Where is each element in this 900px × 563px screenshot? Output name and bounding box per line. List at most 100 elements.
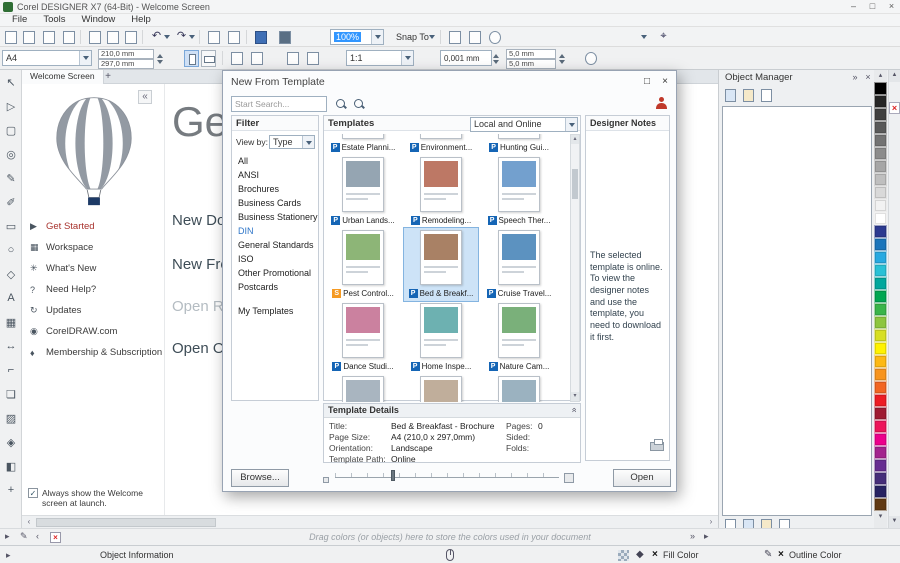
add-tools-tool-icon[interactable]: + <box>0 478 22 502</box>
welcome-screen-icon[interactable] <box>276 29 293 45</box>
sidebar-item-workspace[interactable]: ▦ Workspace <box>22 237 165 258</box>
new-document-icon[interactable] <box>2 29 19 45</box>
filter-item-brochures[interactable]: Brochures <box>232 182 318 196</box>
scroll-up-icon[interactable]: ▴ <box>571 135 579 144</box>
palette-swatch[interactable] <box>874 446 887 459</box>
template-source-combo[interactable]: Local and Online <box>470 117 578 132</box>
template-item-pest-control[interactable]: S Pest Control... <box>326 228 400 301</box>
new-tab-button[interactable]: + <box>102 71 114 83</box>
nudge-spinner[interactable] <box>492 49 501 69</box>
scrollbar-thumb[interactable] <box>572 169 578 199</box>
dimension-tool-icon[interactable]: ↔ <box>0 334 22 358</box>
filter-item-other-promotional[interactable]: Other Promotional <box>232 266 318 280</box>
palette-swatch[interactable] <box>874 108 887 121</box>
back-icon[interactable]: ‹ <box>36 531 39 541</box>
crop-tool-icon[interactable]: ▢ <box>0 118 22 142</box>
delete-layer-icon[interactable] <box>759 88 773 102</box>
no-color-swatch[interactable]: × <box>50 532 61 543</box>
sidebar-item-get-started[interactable]: ▶ Get Started <box>22 216 165 237</box>
filter-item-postcards[interactable]: Postcards <box>232 280 318 294</box>
scroll-down-icon[interactable]: ▼ <box>889 516 900 528</box>
filter-item-din[interactable]: DIN <box>232 224 318 238</box>
polygon-tool-icon[interactable]: ◇ <box>0 262 22 286</box>
palette-swatch[interactable] <box>874 342 887 355</box>
palette-swatch[interactable] <box>874 329 887 342</box>
palette-swatch[interactable] <box>874 290 887 303</box>
sidebar-item-need-help[interactable]: ? Need Help? <box>22 279 165 300</box>
open-icon[interactable] <box>20 29 37 45</box>
page-size-spinner[interactable] <box>156 49 165 69</box>
palette-swatch[interactable] <box>874 186 887 199</box>
sidebar-item-what-s-new[interactable]: ✳ What's New <box>22 258 165 279</box>
thumbnail-size-small-icon[interactable] <box>323 477 329 483</box>
palette-swatch[interactable] <box>874 277 887 290</box>
vertical-scrollbar[interactable]: ▲ × ▼ <box>888 70 900 528</box>
palette-swatch[interactable] <box>874 121 887 134</box>
palette-swatch[interactable] <box>874 264 887 277</box>
template-item-home-inspe[interactable]: P Home Inspe... <box>404 301 478 374</box>
nudge-distance-field[interactable]: 0,001 mm <box>440 50 492 66</box>
filter-item-iso[interactable]: ISO <box>232 252 318 266</box>
drawing-scale-combo[interactable]: 1:1 <box>346 50 414 66</box>
palette-swatch[interactable] <box>874 251 887 264</box>
zoom-level-combo[interactable]: 100% <box>330 29 384 45</box>
palette-scroll-down-icon[interactable]: ▾ <box>874 511 887 523</box>
menu-tools[interactable]: Tools <box>35 14 73 26</box>
menu-window[interactable]: Window <box>74 14 124 26</box>
freehand-tool-icon[interactable]: ✎ <box>0 166 22 190</box>
scroll-down-icon[interactable]: ▾ <box>571 392 579 401</box>
scroll-up-icon[interactable]: ▲ <box>889 70 900 82</box>
view-by-combo[interactable]: Type <box>269 135 315 149</box>
filter-item-all[interactable]: All <box>232 154 318 168</box>
rectangle-tool-icon[interactable]: ▭ <box>0 214 22 238</box>
connector-tool-icon[interactable]: ⌐ <box>0 358 22 382</box>
welcome-launch-checkbox[interactable]: ✓ <box>28 488 38 498</box>
menu-help[interactable]: Help <box>123 14 159 26</box>
docker-collapse-icon[interactable]: » <box>849 72 861 84</box>
minimize-button[interactable]: – <box>845 1 862 13</box>
color-eyedropper-tool-icon[interactable]: ◈ <box>0 430 22 454</box>
account-icon[interactable] <box>655 97 668 110</box>
palette-swatch[interactable] <box>874 355 887 368</box>
palette-swatch[interactable] <box>874 95 887 108</box>
eyedropper-icon[interactable]: ✎ <box>20 531 28 542</box>
palette-swatch[interactable] <box>874 134 887 147</box>
tab-welcome-screen[interactable]: Welcome Screen <box>22 70 104 84</box>
page-width-field[interactable]: 210,0 mm <box>98 49 154 59</box>
thumbnail-size-slider[interactable] <box>335 473 559 478</box>
search-icon[interactable] <box>335 98 348 111</box>
text-tool-icon[interactable]: A <box>0 286 22 310</box>
drawing-units-icon[interactable] <box>284 50 301 66</box>
page-height-field[interactable]: 297,0 mm <box>98 59 154 69</box>
export-icon[interactable] <box>225 29 242 45</box>
palette-swatch[interactable] <box>874 407 887 420</box>
palette-swatch[interactable] <box>874 394 887 407</box>
template-item-speech-ther[interactable]: P Speech Ther... <box>482 155 556 228</box>
application-settings-icon[interactable] <box>466 29 483 45</box>
dialog-titlebar[interactable]: New From Template □ × <box>223 71 676 93</box>
options-icon[interactable] <box>446 29 463 45</box>
palette-swatch[interactable] <box>874 316 887 329</box>
pointer-tracker-icon[interactable]: ⌖ <box>655 29 672 45</box>
docker-close-icon[interactable]: × <box>862 72 874 84</box>
palette-swatch[interactable] <box>874 199 887 212</box>
page-options-icon[interactable] <box>248 50 265 66</box>
copy-icon[interactable] <box>104 29 121 45</box>
artistic-media-tool-icon[interactable]: ✐ <box>0 190 22 214</box>
details-collapse-icon[interactable]: » <box>568 407 578 412</box>
ellipse-tool-icon[interactable]: ○ <box>0 238 22 262</box>
chevron-down-icon[interactable] <box>565 118 577 131</box>
table-tool-icon[interactable]: ▦ <box>0 310 22 334</box>
template-item-bed-breakf[interactable]: P Bed & Breakf... <box>403 227 479 302</box>
palette-swatch[interactable] <box>874 498 887 511</box>
new-layer-icon[interactable] <box>723 88 737 102</box>
filter-item-general-standards[interactable]: General Standards <box>232 238 318 252</box>
drawing-scale-icon[interactable] <box>304 50 321 66</box>
redo-dropdown-icon[interactable] <box>188 33 196 41</box>
undo-dropdown-icon[interactable] <box>163 33 171 41</box>
template-grid-scrollbar[interactable]: ▴ ▾ <box>570 134 580 402</box>
thumbnail-size-large-icon[interactable] <box>564 473 574 483</box>
duplicate-spinner[interactable] <box>558 49 567 69</box>
template-item-hunting-gui[interactable]: P Hunting Gui... <box>482 134 556 155</box>
dialog-maximize-button[interactable]: □ <box>639 75 655 89</box>
